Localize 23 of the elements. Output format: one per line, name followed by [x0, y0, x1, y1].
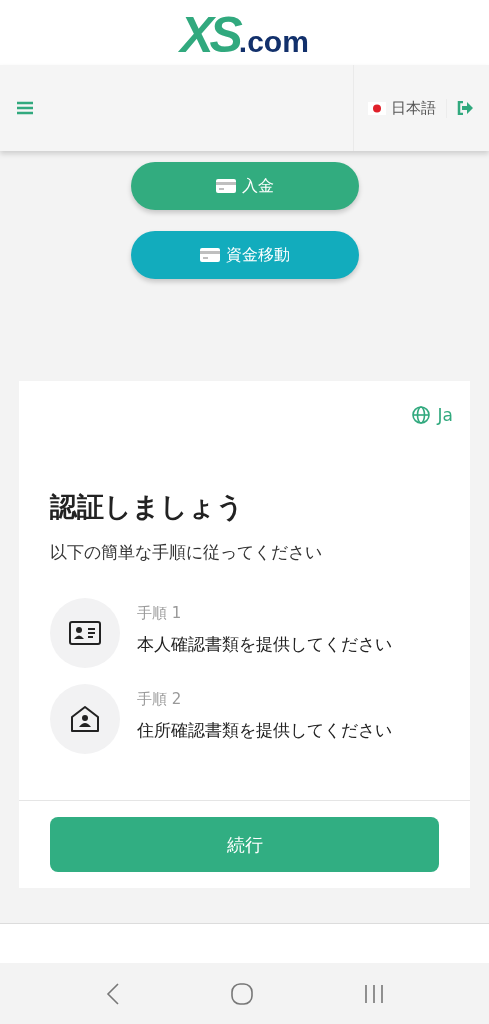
language-link[interactable]: Ja [411, 405, 453, 425]
step-label: 手順 1 [137, 604, 183, 623]
card-subtitle: 以下の簡単な手順に従ってください [50, 541, 323, 564]
id-card-icon [69, 621, 101, 645]
language-selector[interactable]: 日本語 [368, 98, 447, 118]
flag-icon [368, 101, 386, 115]
deposit-button[interactable]: 入金 [130, 162, 359, 210]
card-icon [215, 179, 236, 193]
logout-icon[interactable] [457, 101, 473, 115]
transfer-button[interactable]: 資金移動 [130, 231, 359, 279]
globe-icon [411, 406, 430, 424]
menu-icon[interactable] [17, 101, 33, 115]
back-icon[interactable] [105, 982, 120, 1005]
step-text: 本人確認書類を提供してください [137, 633, 392, 656]
step-text: 住所確認書類を提供してください [137, 719, 392, 742]
logo: XS.com [180, 5, 309, 60]
recent-apps-icon[interactable] [363, 983, 384, 1004]
home-icon[interactable] [230, 982, 253, 1005]
continue-button[interactable]: 続行 [50, 817, 439, 872]
step-label: 手順 2 [137, 690, 183, 709]
card-title: 認証しましょう [50, 490, 245, 524]
house-person-icon [70, 705, 100, 733]
card-icon [199, 248, 220, 262]
